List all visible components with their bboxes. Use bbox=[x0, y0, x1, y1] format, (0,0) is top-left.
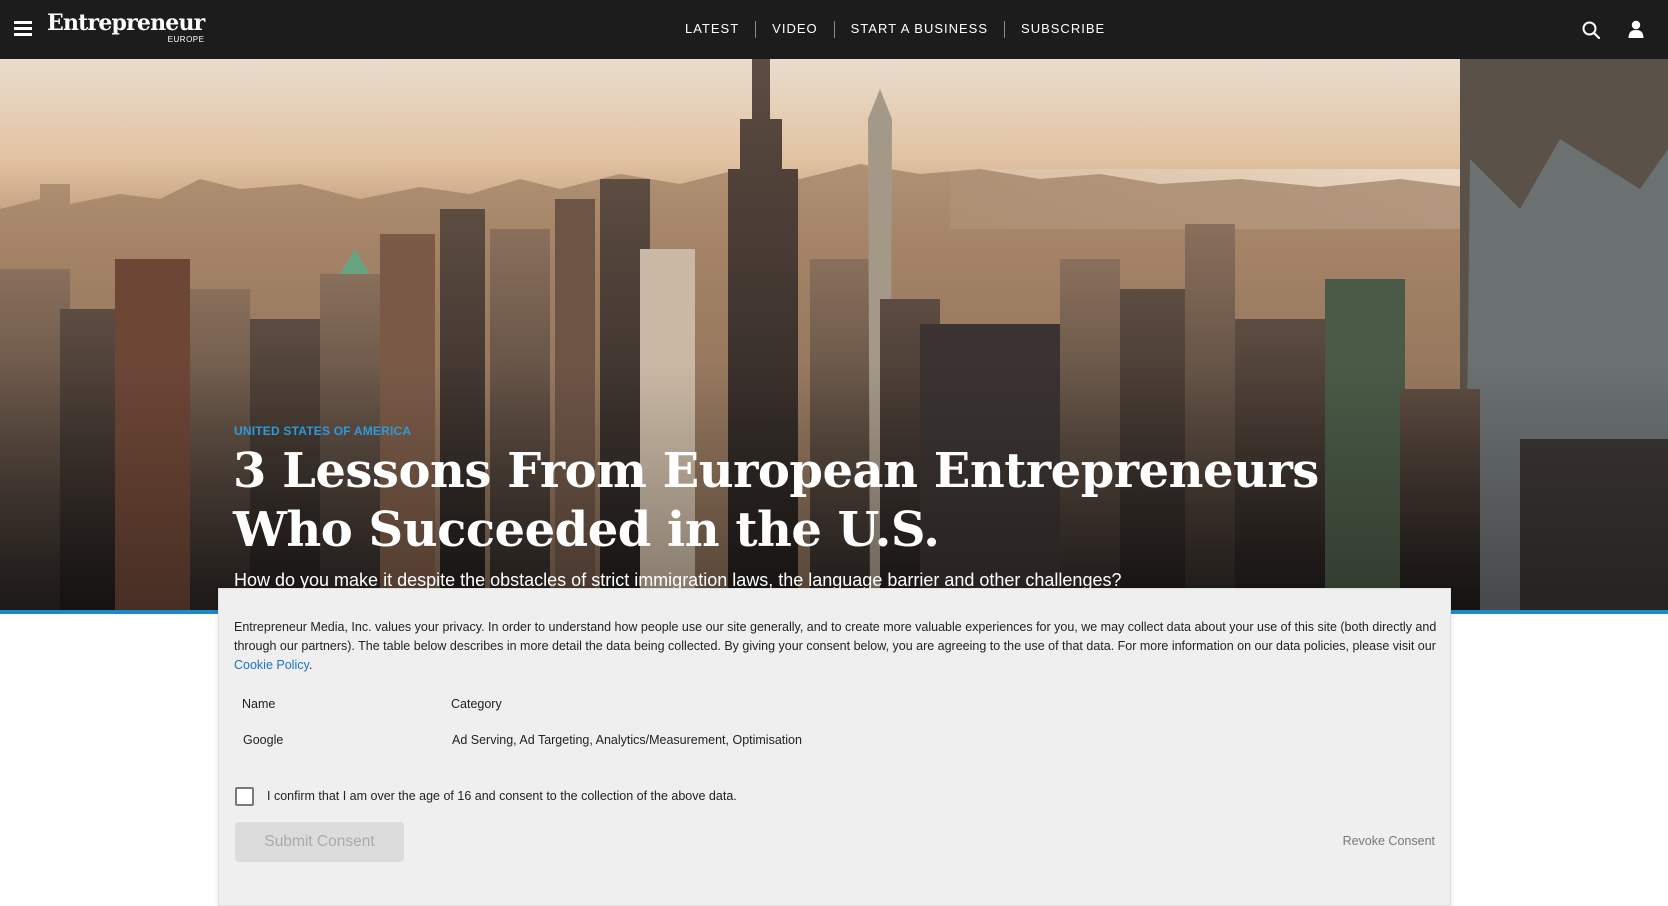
logo-edition: EUROPE bbox=[167, 35, 205, 44]
consent-intro-paragraph: Entrepreneur Media, Inc. values your pri… bbox=[234, 618, 1444, 675]
logo-wordmark: Entrepreneur bbox=[47, 10, 205, 36]
nav-subscribe[interactable]: SUBSCRIBE bbox=[1005, 19, 1121, 39]
menu-icon[interactable] bbox=[14, 21, 32, 36]
site-logo[interactable]: Entrepreneur EUROPE bbox=[47, 10, 205, 44]
nav-latest[interactable]: LATEST bbox=[670, 19, 755, 39]
search-icon[interactable] bbox=[1582, 21, 1600, 39]
age-consent-checkbox[interactable] bbox=[235, 787, 254, 806]
table-cell-category: Ad Serving, Ad Targeting, Analytics/Meas… bbox=[452, 733, 802, 747]
consent-dialog: Entrepreneur Media, Inc. values your pri… bbox=[218, 588, 1451, 906]
nav-video[interactable]: VIDEO bbox=[756, 19, 833, 39]
nav-start-a-business[interactable]: START A BUSINESS bbox=[835, 19, 1004, 39]
table-header-category: Category bbox=[451, 697, 502, 711]
user-icon[interactable] bbox=[1628, 20, 1644, 38]
top-navigation-bar: Entrepreneur EUROPE LATEST VIDEO START A… bbox=[0, 0, 1668, 59]
revoke-consent-link[interactable]: Revoke Consent bbox=[1343, 834, 1435, 848]
main-nav: LATEST VIDEO START A BUSINESS SUBSCRIBE bbox=[670, 19, 1121, 39]
table-cell-name: Google bbox=[243, 733, 284, 747]
consent-intro-text: Entrepreneur Media, Inc. values your pri… bbox=[234, 620, 1437, 653]
submit-consent-button[interactable]: Submit Consent bbox=[235, 822, 404, 862]
table-header-name: Name bbox=[242, 697, 276, 711]
cookie-policy-link[interactable]: Cookie Policy bbox=[234, 658, 309, 672]
consent-intro-period: . bbox=[308, 658, 313, 672]
age-consent-label[interactable]: I confirm that I am over the age of 16 a… bbox=[267, 789, 737, 803]
article-category[interactable]: UNITED STATES OF AMERICA bbox=[234, 424, 411, 438]
article-title: 3 Lessons From European Entrepreneurs Wh… bbox=[233, 443, 1319, 558]
